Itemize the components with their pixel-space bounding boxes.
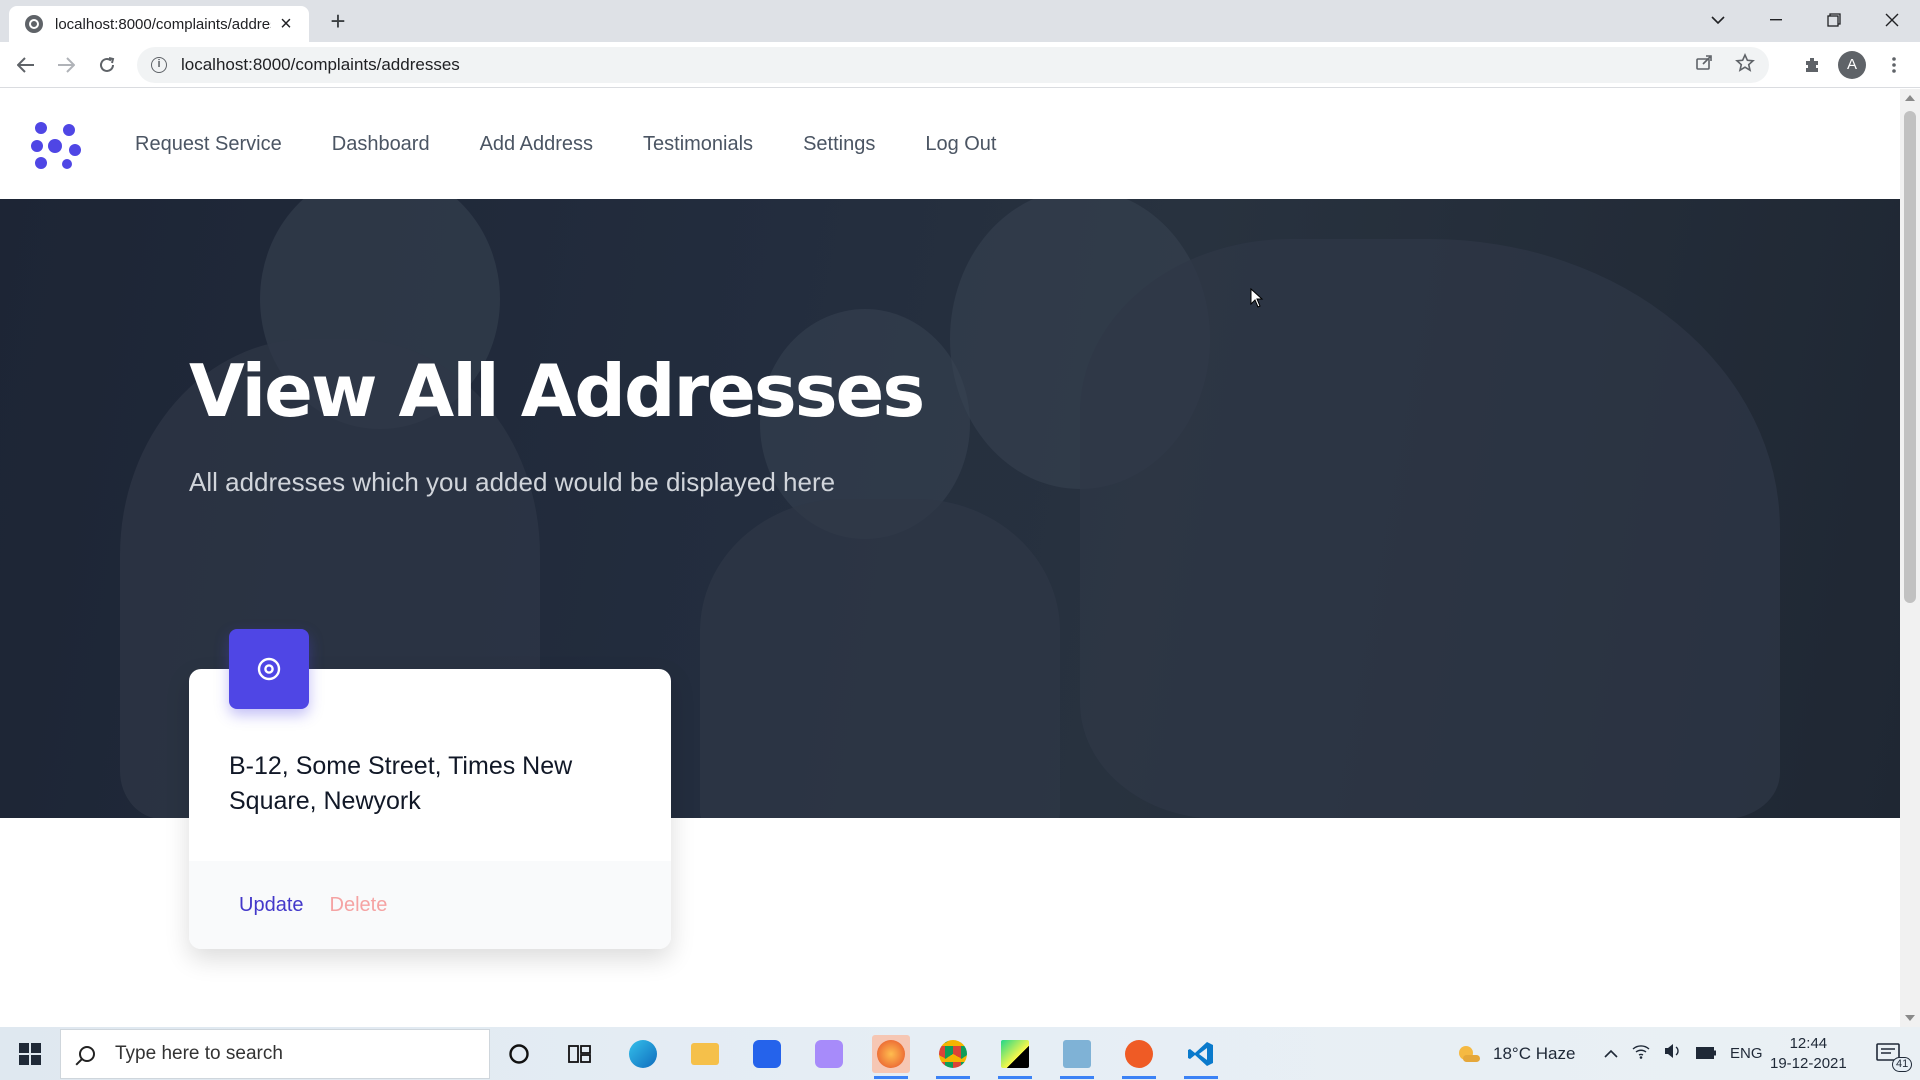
profile-avatar[interactable]: A — [1838, 51, 1866, 79]
site-navbar: Request Service Dashboard Add Address Te… — [0, 89, 1900, 199]
url-text[interactable]: localhost:8000/complaints/addresses — [181, 55, 460, 75]
globe-icon — [25, 15, 43, 33]
cortana-icon[interactable] — [500, 1035, 538, 1073]
site-info-icon[interactable]: i — [151, 57, 167, 73]
vscode-icon[interactable] — [1182, 1035, 1220, 1079]
restore-icon[interactable] — [1806, 0, 1862, 40]
nav-log-out[interactable]: Log Out — [925, 133, 996, 156]
primary-nav: Request Service Dashboard Add Address Te… — [135, 89, 997, 199]
new-tab-button[interactable]: + — [324, 8, 352, 36]
address-card: B-12, Some Street, Times New Square, New… — [189, 629, 671, 949]
firefox-icon[interactable] — [872, 1035, 910, 1079]
clock-date: 19-12-2021 — [1770, 1054, 1847, 1072]
clock-time: 12:44 — [1789, 1034, 1828, 1052]
hero-photo-shape — [1080, 239, 1780, 818]
location-pin-icon — [229, 629, 309, 709]
nav-testimonials[interactable]: Testimonials — [643, 133, 753, 156]
system-tray: ENG — [1604, 1027, 1763, 1080]
file-explorer-icon[interactable] — [686, 1035, 724, 1073]
forward-icon[interactable] — [50, 49, 82, 81]
microsoft-store-icon[interactable] — [748, 1035, 786, 1073]
browser-toolbar: i localhost:8000/complaints/addresses — [0, 42, 1920, 88]
language-indicator[interactable]: ENG — [1730, 1045, 1763, 1062]
weather-haze-icon — [1459, 1045, 1480, 1062]
nav-settings[interactable]: Settings — [803, 133, 875, 156]
notification-count-badge: 41 — [1892, 1057, 1913, 1072]
page-viewport: Request Service Dashboard Add Address Te… — [0, 89, 1900, 1027]
tab-search-icon[interactable] — [1690, 0, 1746, 40]
scroll-up-icon[interactable] — [1905, 95, 1915, 101]
tray-chevron-up-icon[interactable] — [1604, 1044, 1618, 1064]
back-icon[interactable] — [10, 49, 42, 81]
minimize-icon[interactable] — [1748, 0, 1804, 40]
postman-icon[interactable] — [1120, 1035, 1158, 1079]
photos-app-icon[interactable] — [810, 1035, 848, 1073]
taskbar-search-input[interactable]: Type here to search — [60, 1029, 490, 1079]
tab-title: localhost:8000/complaints/addresses — [55, 15, 271, 33]
volume-icon[interactable] — [1664, 1043, 1682, 1064]
edge-browser-icon[interactable] — [624, 1035, 662, 1073]
windows-taskbar: Type here to search 18°C Haze ENG 12:44 … — [0, 1027, 1920, 1080]
browser-menu-icon[interactable] — [1878, 49, 1910, 81]
task-view-icon[interactable] — [561, 1035, 599, 1073]
battery-icon[interactable] — [1696, 1044, 1716, 1064]
page-title: View All Addresses — [189, 349, 925, 433]
bookmark-star-icon[interactable] — [1735, 53, 1755, 79]
reload-icon[interactable] — [91, 49, 123, 81]
page-scrollbar[interactable] — [1900, 89, 1920, 1027]
scrollbar-thumb[interactable] — [1904, 111, 1916, 603]
browser-tabstrip: localhost:8000/complaints/addresses × + — [0, 0, 1920, 42]
windows-start-icon[interactable] — [0, 1027, 60, 1080]
nav-request-service[interactable]: Request Service — [135, 133, 282, 156]
hero-photo-shape — [700, 499, 1060, 818]
page-subtitle: All addresses which you added would be d… — [189, 467, 836, 497]
address-card-actions: Update Delete — [189, 861, 671, 949]
pycharm-icon[interactable] — [996, 1035, 1034, 1079]
weather-text: 18°C Haze — [1493, 1043, 1576, 1063]
extensions-icon[interactable] — [1796, 49, 1828, 81]
browser-tab[interactable]: localhost:8000/complaints/addresses × — [9, 6, 309, 42]
chrome-icon[interactable] — [934, 1035, 972, 1079]
nav-dashboard[interactable]: Dashboard — [332, 133, 430, 156]
mouse-cursor-icon — [1250, 288, 1264, 308]
close-window-icon[interactable] — [1864, 0, 1920, 40]
close-tab-icon[interactable]: × — [275, 13, 297, 36]
address-text: B-12, Some Street, Times New Square, New… — [229, 752, 573, 815]
brand-logo-icon[interactable] — [31, 120, 83, 170]
address-bar[interactable]: i localhost:8000/complaints/addresses — [137, 47, 1769, 83]
wifi-icon[interactable] — [1632, 1043, 1650, 1064]
action-center-icon[interactable]: 41 — [1866, 1027, 1913, 1080]
clock[interactable]: 12:44 19-12-2021 — [1770, 1027, 1847, 1080]
share-icon[interactable] — [1695, 53, 1713, 79]
taskbar-search-placeholder: Type here to search — [115, 1043, 283, 1064]
nav-add-address[interactable]: Add Address — [480, 133, 593, 156]
update-address-link[interactable]: Update — [239, 894, 304, 917]
search-icon — [79, 1046, 95, 1062]
delete-address-link[interactable]: Delete — [330, 894, 388, 917]
notes-app-icon[interactable] — [1058, 1035, 1096, 1079]
scroll-down-icon[interactable] — [1905, 1015, 1915, 1021]
weather-widget[interactable]: 18°C Haze — [1455, 1027, 1575, 1080]
